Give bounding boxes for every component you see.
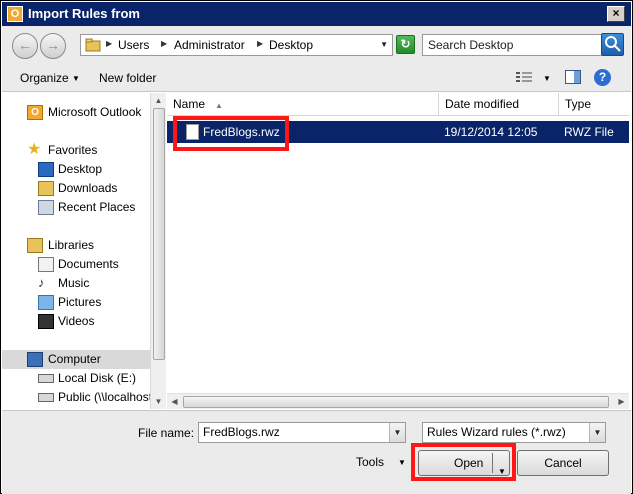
- breadcrumb-separator-icon: ▶: [257, 39, 264, 48]
- back-button[interactable]: ←: [12, 33, 38, 59]
- navigation-bar: ← → ▶ Users ▶ Administrator ▶ Desktop ▼ …: [2, 26, 631, 92]
- column-header-name[interactable]: Name ▲: [167, 93, 439, 116]
- scroll-thumb[interactable]: [153, 108, 165, 360]
- computer-icon: [27, 352, 43, 367]
- highlight-box-file: [173, 116, 289, 151]
- sort-ascending-icon: ▲: [215, 101, 223, 110]
- forward-button[interactable]: →: [40, 33, 66, 59]
- scroll-up-icon[interactable]: ▲: [151, 93, 166, 108]
- breadcrumb-separator-icon: ▶: [106, 39, 113, 48]
- address-bar[interactable]: ▶ Users ▶ Administrator ▶ Desktop ▼: [80, 34, 393, 56]
- column-header-type[interactable]: Type: [559, 93, 629, 116]
- desktop-icon: [38, 162, 54, 177]
- breadcrumb-users[interactable]: Users: [118, 38, 149, 52]
- column-header-date-modified[interactable]: Date modified: [439, 93, 559, 116]
- outlook-icon: O: [27, 105, 43, 120]
- refresh-button[interactable]: ↻: [396, 35, 415, 54]
- view-options-icon[interactable]: [515, 70, 533, 84]
- highlight-box-open: [411, 443, 516, 481]
- breadcrumb-administrator[interactable]: Administrator: [174, 38, 245, 52]
- sidebar-item-pictures[interactable]: Pictures: [2, 293, 150, 312]
- import-rules-dialog: O Import Rules from × ← → ▶ Users ▶ Admi…: [0, 0, 633, 494]
- sidebar-item-music[interactable]: ♪ Music: [2, 274, 150, 293]
- new-folder-button[interactable]: New folder: [99, 71, 156, 85]
- sidebar-item-public-network[interactable]: Public (\\localhost\: [2, 388, 150, 407]
- preview-pane-icon[interactable]: [565, 70, 581, 84]
- libraries-icon: [27, 238, 43, 253]
- file-type-dropdown-icon[interactable]: ▼: [589, 423, 605, 442]
- file-list-horizontal-scrollbar[interactable]: ◀ ▶: [167, 393, 629, 409]
- folder-icon: [85, 38, 101, 52]
- music-icon: ♪: [38, 275, 45, 290]
- sidebar-item-microsoft-outlook[interactable]: O Microsoft Outlook: [2, 103, 150, 122]
- sidebar-item-documents[interactable]: Documents: [2, 255, 150, 274]
- organize-button[interactable]: Organize: [20, 71, 69, 85]
- sidebar-item-downloads[interactable]: Downloads: [2, 179, 150, 198]
- close-button[interactable]: ×: [607, 6, 625, 22]
- tools-button[interactable]: Tools: [356, 455, 384, 469]
- dialog-footer: File name: FredBlogs.rwz ▼ Rules Wizard …: [2, 410, 631, 494]
- network-drive-icon: [38, 393, 54, 402]
- documents-icon: [38, 257, 54, 272]
- sidebar-item-favorites[interactable]: ★ Favorites: [2, 141, 150, 160]
- star-icon: ★: [27, 141, 42, 158]
- title-bar[interactable]: O Import Rules from ×: [2, 2, 631, 26]
- window-title: Import Rules from: [28, 6, 140, 21]
- tools-dropdown-icon[interactable]: ▼: [398, 458, 406, 467]
- scroll-down-icon[interactable]: ▼: [151, 394, 166, 409]
- organize-dropdown-icon: ▼: [72, 74, 80, 83]
- cancel-button[interactable]: Cancel: [517, 450, 609, 476]
- outlook-icon: O: [7, 6, 23, 22]
- file-type: RWZ File: [564, 125, 614, 139]
- navigation-pane: O Microsoft Outlook ★ Favorites Desktop …: [2, 93, 150, 409]
- file-name-label: File name:: [138, 426, 195, 440]
- sidebar-item-recent-places[interactable]: Recent Places: [2, 198, 150, 217]
- recent-places-icon: [38, 200, 54, 215]
- breadcrumb-separator-icon: ▶: [161, 39, 168, 48]
- file-name-dropdown-icon[interactable]: ▼: [389, 423, 405, 442]
- scroll-right-icon[interactable]: ▶: [614, 394, 629, 409]
- view-dropdown-icon[interactable]: ▼: [543, 74, 551, 83]
- address-dropdown-icon[interactable]: ▼: [380, 40, 388, 49]
- sidebar-item-computer[interactable]: Computer: [2, 350, 150, 369]
- downloads-icon: [38, 181, 54, 196]
- drive-icon: [38, 374, 54, 383]
- file-type-select[interactable]: Rules Wizard rules (*.rwz) ▼: [422, 422, 606, 443]
- search-input[interactable]: Search Desktop: [422, 34, 602, 56]
- sidebar-item-desktop[interactable]: Desktop: [2, 160, 150, 179]
- search-button[interactable]: [601, 33, 624, 56]
- sidebar-item-local-disk[interactable]: Local Disk (E:): [2, 369, 150, 388]
- scroll-left-icon[interactable]: ◀: [167, 394, 182, 409]
- file-date-modified: 19/12/2014 12:05: [444, 125, 538, 139]
- sidebar-scrollbar[interactable]: ▲ ▼: [150, 93, 166, 409]
- sidebar-item-libraries[interactable]: Libraries: [2, 236, 150, 255]
- search-icon: [605, 36, 621, 52]
- scroll-thumb[interactable]: [183, 396, 609, 408]
- file-name-input[interactable]: FredBlogs.rwz ▼: [198, 422, 406, 443]
- sidebar-item-videos[interactable]: Videos: [2, 312, 150, 331]
- pictures-icon: [38, 295, 54, 310]
- help-icon[interactable]: ?: [594, 69, 611, 86]
- breadcrumb-desktop[interactable]: Desktop: [269, 38, 313, 52]
- videos-icon: [38, 314, 54, 329]
